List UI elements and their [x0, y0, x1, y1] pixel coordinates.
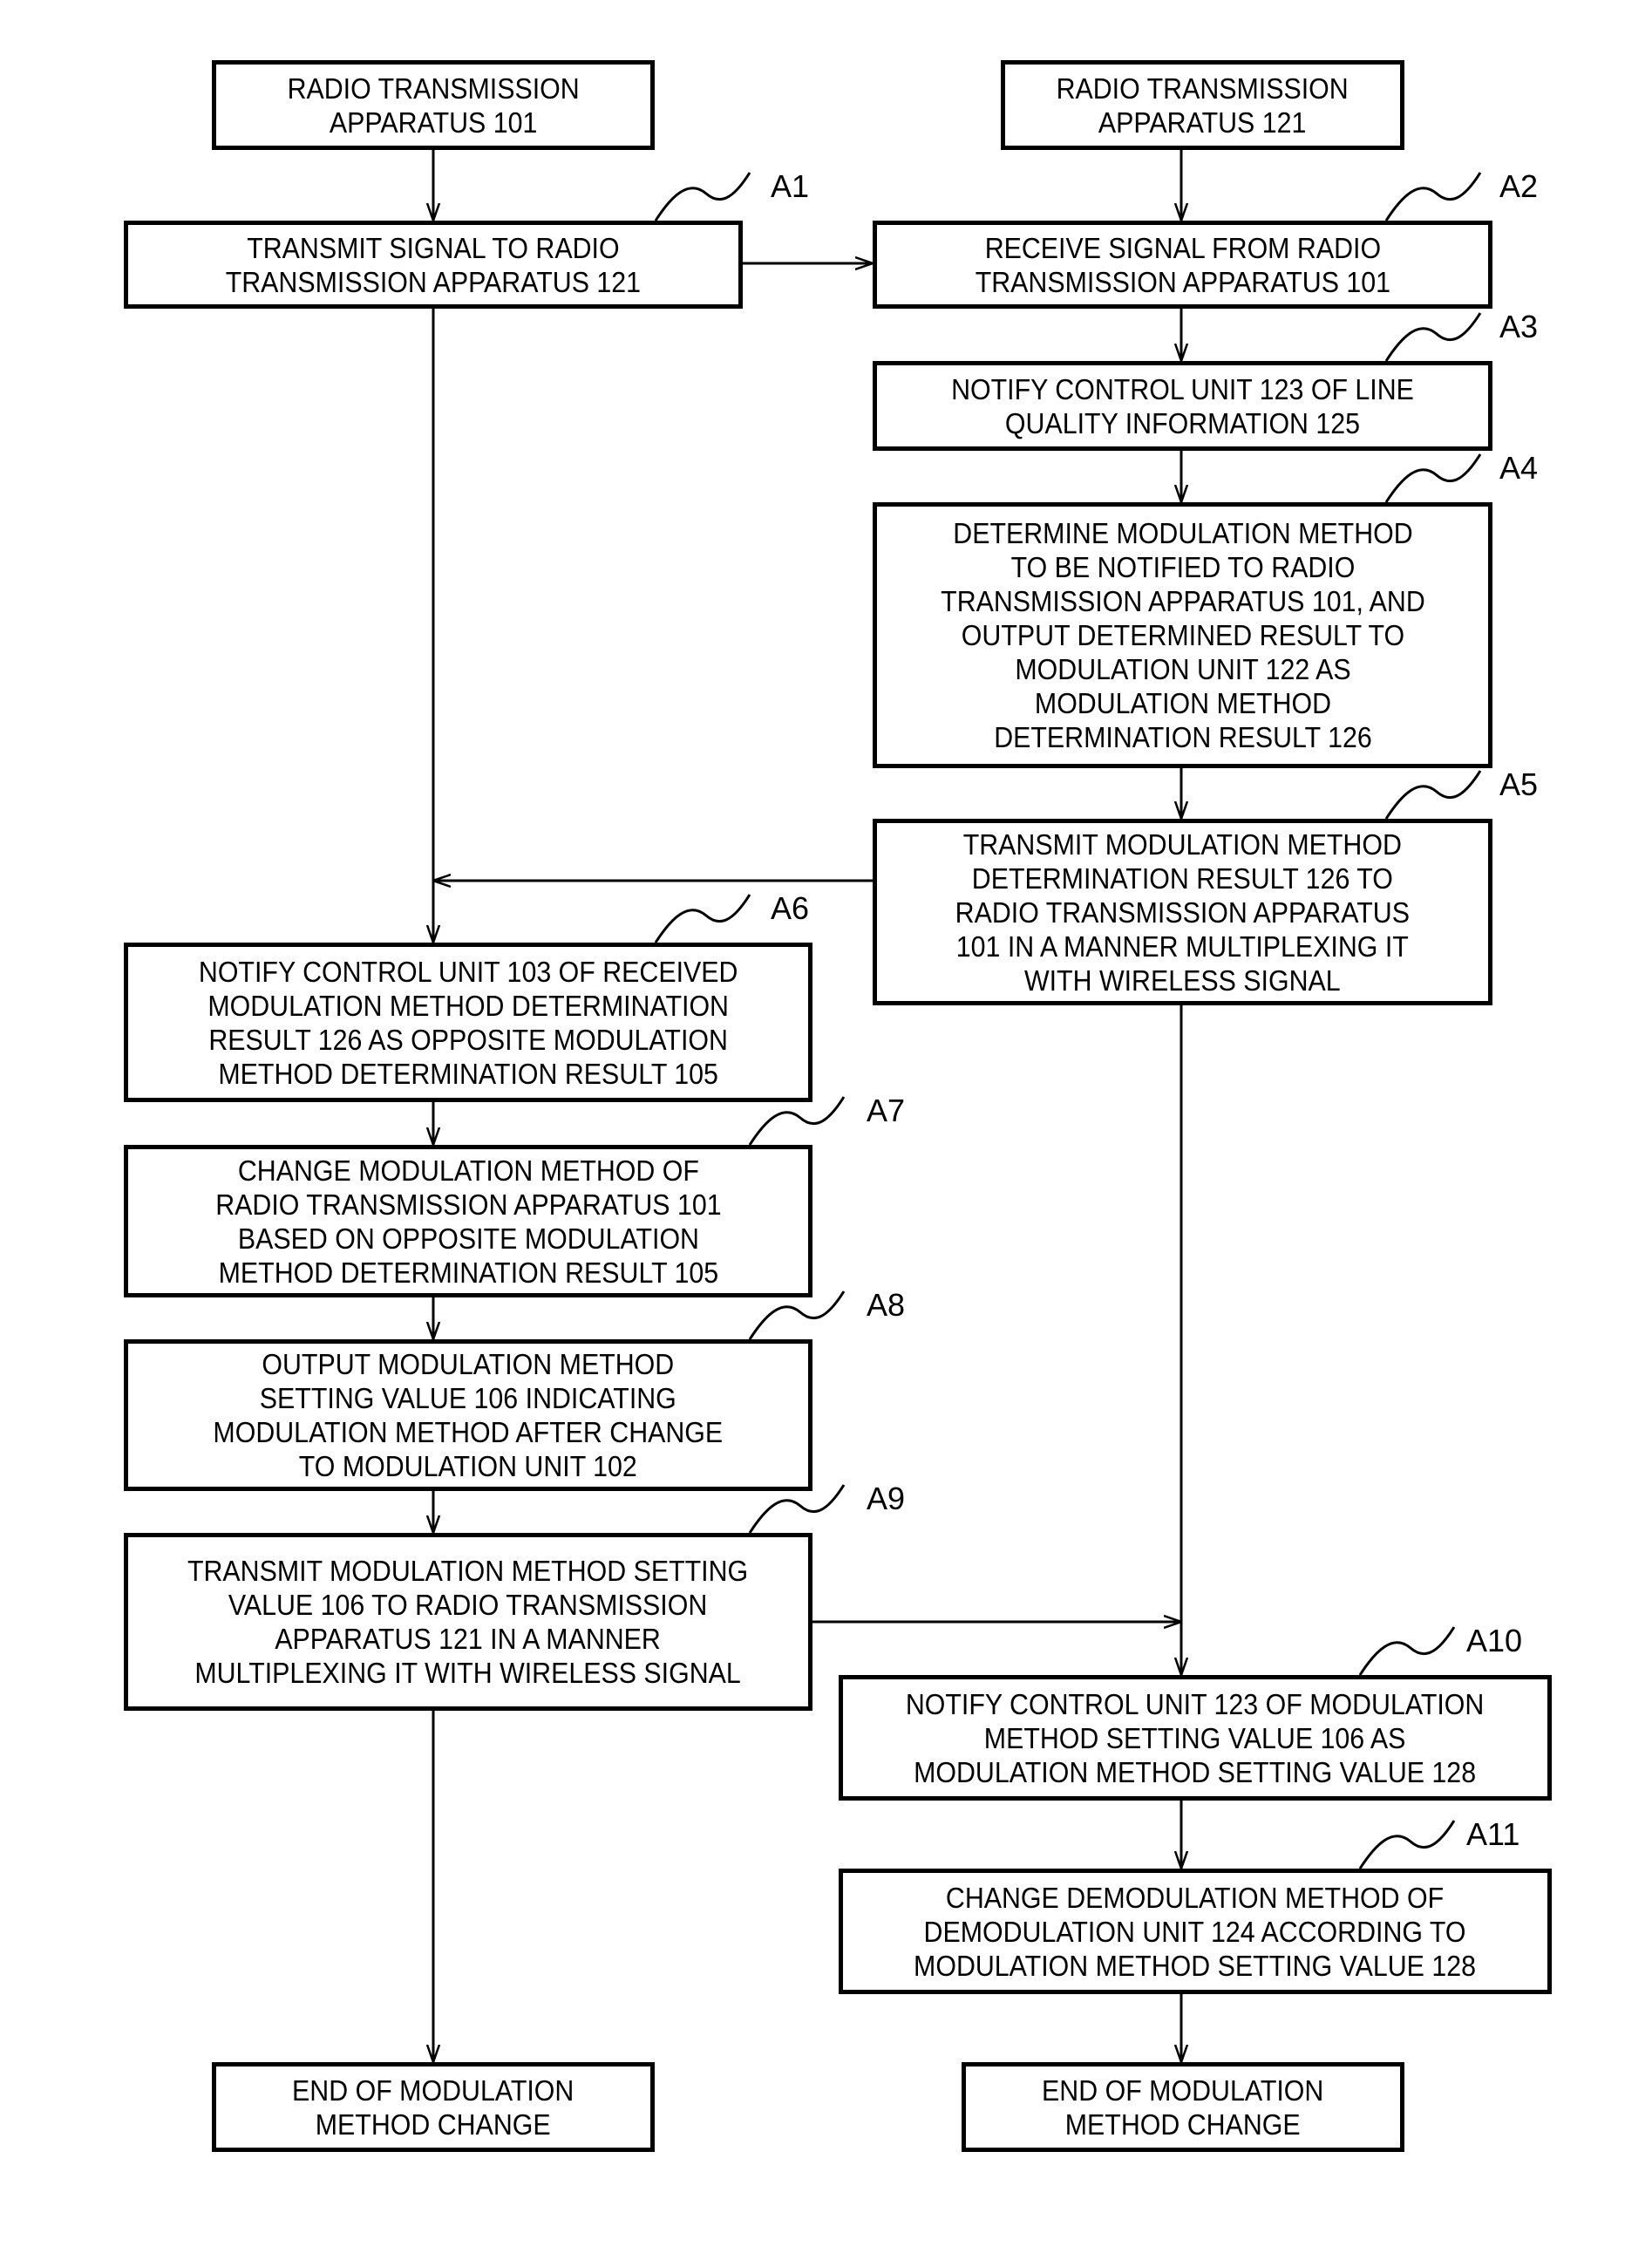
- leader-a5: [1384, 770, 1482, 820]
- step-box-a11: CHANGE DEMODULATION METHOD OF DEMODULATI…: [839, 1869, 1552, 1994]
- leader-a3: [1384, 312, 1482, 362]
- step-label-a5: A5: [1499, 766, 1539, 802]
- step-label-a3: A3: [1499, 309, 1539, 344]
- start-box-apparatus-101-text: RADIO TRANSMISSION APPARATUS 101: [287, 71, 580, 139]
- step-label-a4: A4: [1499, 450, 1539, 486]
- leader-a2: [1384, 172, 1482, 221]
- step-box-a8: OUTPUT MODULATION METHOD SETTING VALUE 1…: [124, 1339, 812, 1491]
- start-box-apparatus-101: RADIO TRANSMISSION APPARATUS 101: [212, 60, 655, 150]
- start-box-apparatus-121: RADIO TRANSMISSION APPARATUS 121: [1001, 60, 1404, 150]
- step-a11-text: CHANGE DEMODULATION METHOD OF DEMODULATI…: [914, 1881, 1477, 1982]
- end-box-left-text: END OF MODULATION METHOD CHANGE: [292, 2073, 574, 2141]
- step-box-a6: NOTIFY CONTROL UNIT 103 OF RECEIVED MODU…: [124, 943, 812, 1102]
- step-a10-text: NOTIFY CONTROL UNIT 123 OF MODULATION ME…: [906, 1687, 1485, 1788]
- step-a5-text: TRANSMIT MODULATION METHOD DETERMINATION…: [955, 827, 1411, 997]
- step-a3-text: NOTIFY CONTROL UNIT 123 OF LINE QUALITY …: [951, 372, 1414, 439]
- step-box-a7: CHANGE MODULATION METHOD OF RADIO TRANSM…: [124, 1145, 812, 1297]
- leader-a7: [748, 1096, 846, 1146]
- step-label-a11: A11: [1466, 1816, 1520, 1852]
- step-box-a3: NOTIFY CONTROL UNIT 123 OF LINE QUALITY …: [873, 361, 1492, 451]
- step-a6-text: NOTIFY CONTROL UNIT 103 OF RECEIVED MODU…: [198, 955, 738, 1090]
- step-label-a9: A9: [867, 1481, 906, 1516]
- end-box-left: END OF MODULATION METHOD CHANGE: [212, 2062, 655, 2152]
- step-a7-text: CHANGE MODULATION METHOD OF RADIO TRANSM…: [214, 1154, 722, 1289]
- step-box-a9: TRANSMIT MODULATION METHOD SETTING VALUE…: [124, 1533, 812, 1711]
- leader-a1: [654, 172, 751, 221]
- step-box-a4: DETERMINE MODULATION METHOD TO BE NOTIFI…: [873, 502, 1492, 768]
- step-label-a10: A10: [1466, 1623, 1523, 1658]
- step-a9-text: TRANSMIT MODULATION METHOD SETTING VALUE…: [187, 1555, 749, 1689]
- step-label-a6: A6: [771, 890, 810, 926]
- step-box-a2: RECEIVE SIGNAL FROM RADIO TRANSMISSION A…: [873, 221, 1492, 309]
- leader-a6: [654, 894, 751, 943]
- step-label-a7: A7: [867, 1093, 906, 1128]
- leader-a10: [1358, 1626, 1456, 1676]
- step-a8-text: OUTPUT MODULATION METHOD SETTING VALUE 1…: [213, 1348, 724, 1482]
- start-box-apparatus-121-text: RADIO TRANSMISSION APPARATUS 121: [1056, 71, 1349, 139]
- step-a2-text: RECEIVE SIGNAL FROM RADIO TRANSMISSION A…: [975, 231, 1390, 298]
- leader-a9: [748, 1484, 846, 1534]
- step-a1-text: TRANSMIT SIGNAL TO RADIO TRANSMISSION AP…: [225, 231, 642, 298]
- leader-a11: [1358, 1820, 1456, 1869]
- step-label-a1: A1: [771, 168, 810, 204]
- end-box-right-text: END OF MODULATION METHOD CHANGE: [1042, 2073, 1324, 2141]
- step-a4-text: DETERMINE MODULATION METHOD TO BE NOTIFI…: [940, 517, 1425, 753]
- leader-a4: [1384, 453, 1482, 503]
- step-box-a5: TRANSMIT MODULATION METHOD DETERMINATION…: [873, 819, 1492, 1005]
- leader-a8: [748, 1290, 846, 1340]
- end-box-right: END OF MODULATION METHOD CHANGE: [962, 2062, 1404, 2152]
- step-box-a1: TRANSMIT SIGNAL TO RADIO TRANSMISSION AP…: [124, 221, 743, 309]
- step-box-a10: NOTIFY CONTROL UNIT 123 OF MODULATION ME…: [839, 1675, 1552, 1801]
- step-label-a2: A2: [1499, 168, 1539, 204]
- step-label-a8: A8: [867, 1287, 906, 1323]
